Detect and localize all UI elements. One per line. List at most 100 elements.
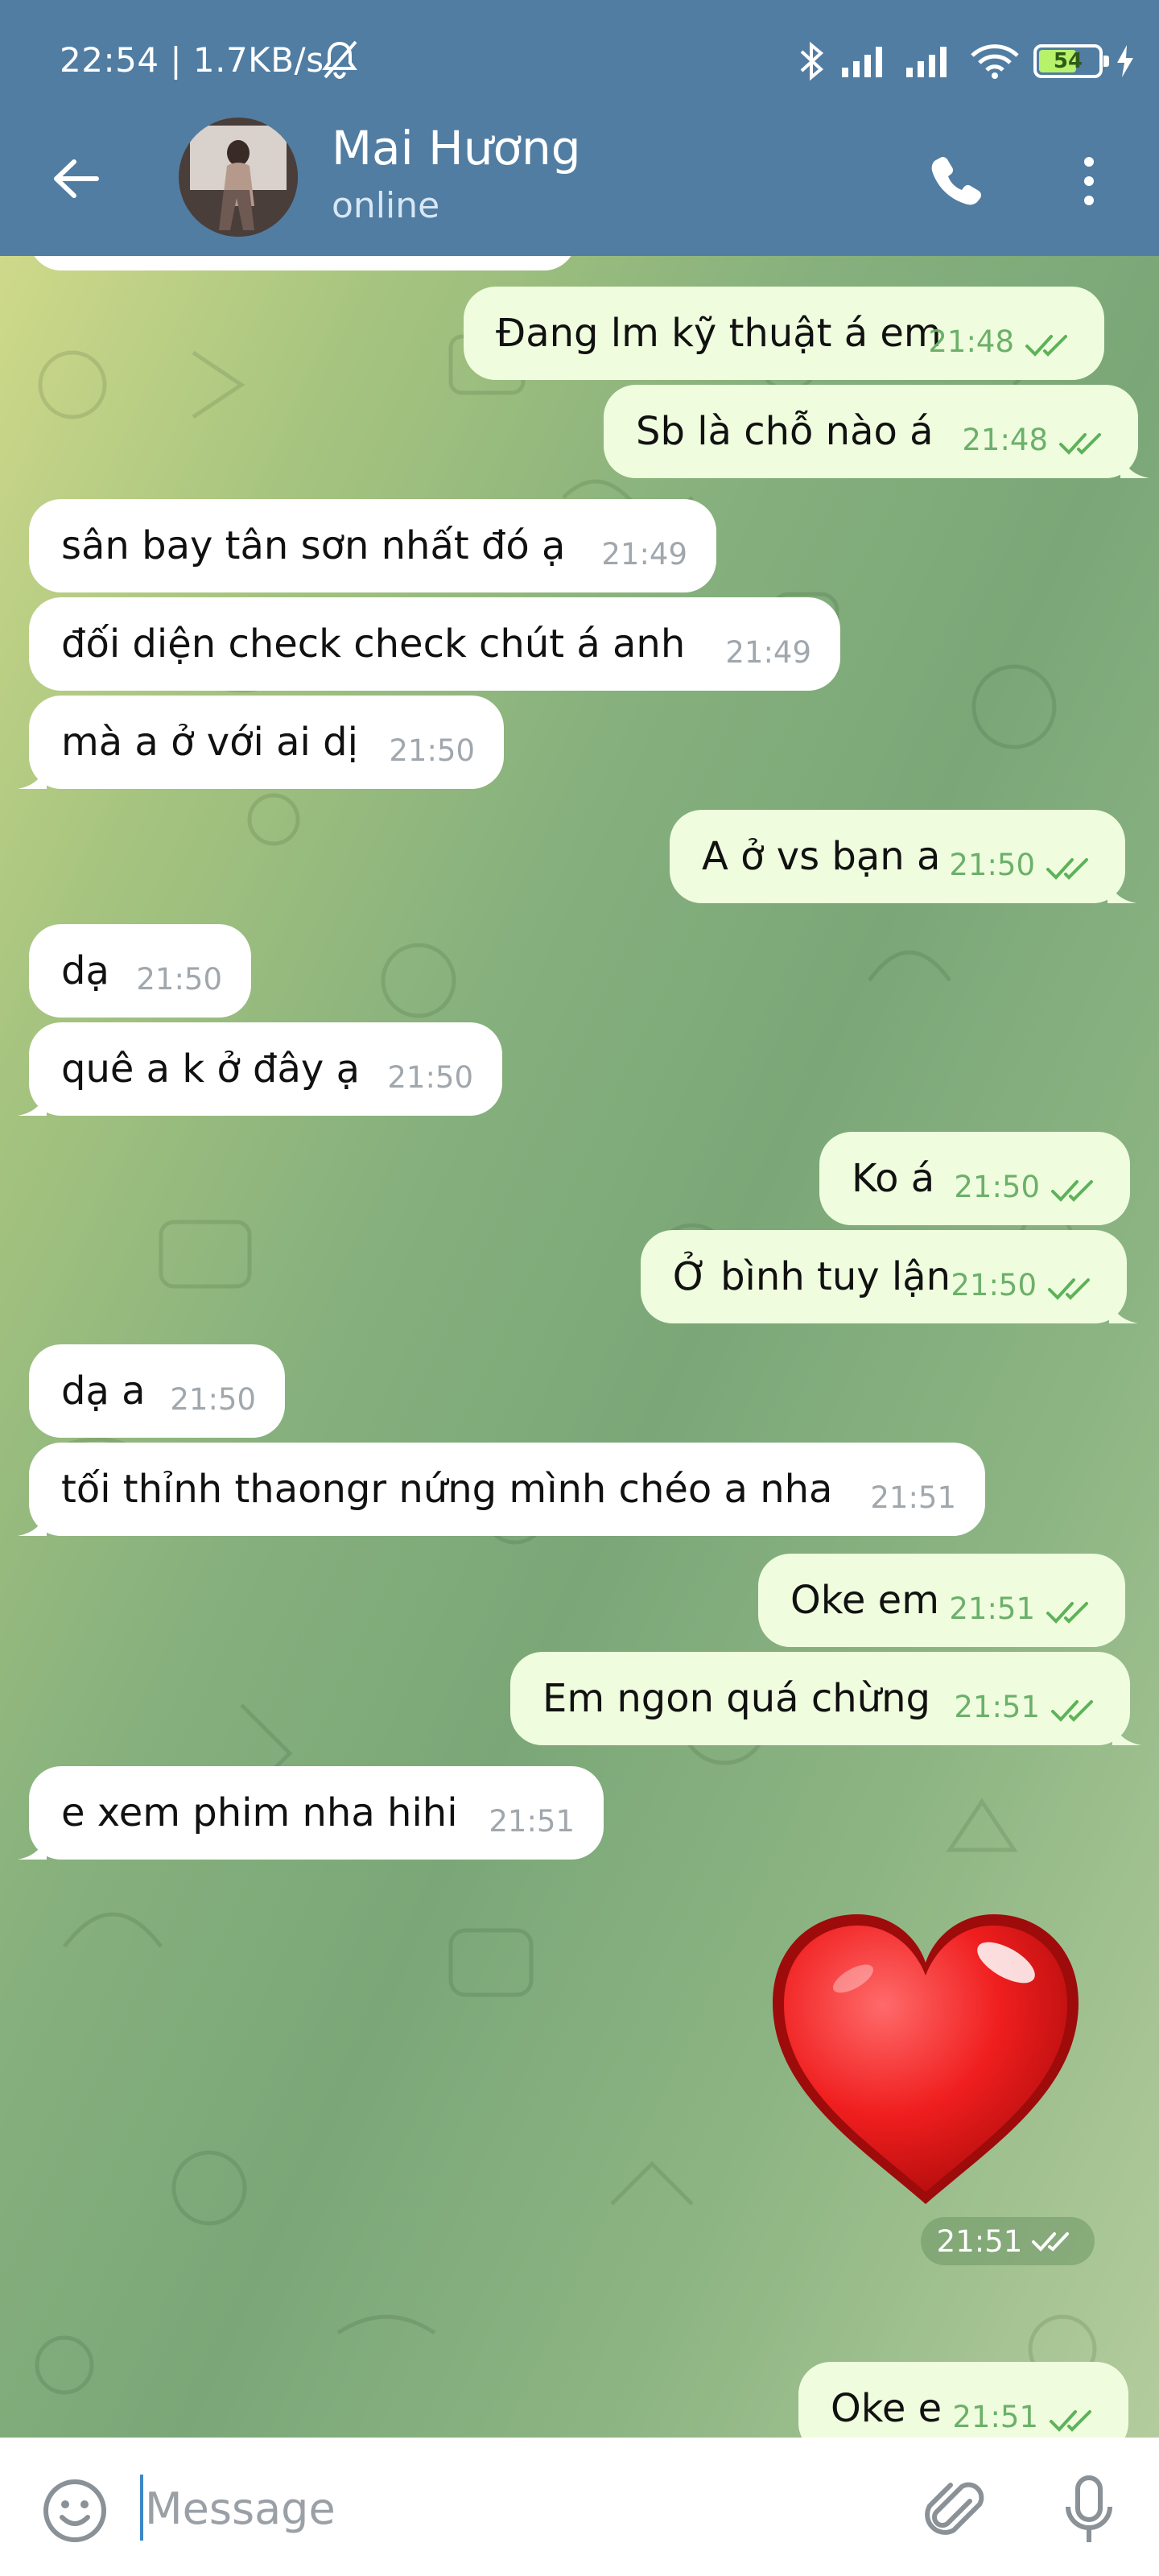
message-text: đối diện check check chút á anh (61, 621, 686, 667)
signal-icon (906, 47, 947, 77)
message-time: 21:50 (136, 962, 222, 997)
bubble-tail (1107, 874, 1136, 903)
read-ticks-icon (1051, 1700, 1093, 1722)
message-time: 21:51 (954, 1690, 1040, 1724)
incoming-message[interactable]: dạ 21:50 (29, 924, 251, 1018)
message-text: Ở bình tuy lận (673, 1254, 951, 1299)
message-time: 21:51 (949, 1591, 1035, 1626)
message-time: 21:49 (725, 635, 811, 670)
message-text: Oke e (831, 2386, 942, 2431)
outgoing-message[interactable]: Sb là chỗ nào á 21:48 (604, 385, 1149, 478)
message-bubble-cropped (29, 256, 576, 270)
notifications-muted-icon (322, 40, 357, 80)
status-icons: 54 (795, 39, 1135, 84)
message-time: 21:50 (954, 1170, 1040, 1204)
message-time: 21:50 (949, 848, 1035, 882)
outgoing-message[interactable]: Em ngon quá chừng 21:51 (510, 1652, 1141, 1745)
incoming-message[interactable]: e xem phim nha hihi 21:51 (18, 1766, 604, 1860)
contact-status: online (332, 185, 440, 226)
avatar-photo-icon (179, 118, 298, 237)
message-time: 21:50 (170, 1382, 256, 1417)
message-time: 21:48 (962, 423, 1048, 457)
message-text: Sb là chỗ nào á (636, 409, 934, 454)
emoji-button[interactable] (39, 2475, 111, 2547)
sticker-timestamp: 21:51 (921, 2217, 1095, 2265)
incoming-message[interactable]: mà a ở với ai dị 21:50 (18, 696, 504, 789)
message-time: 21:51 (489, 1804, 575, 1839)
smiley-icon (43, 2479, 106, 2542)
message-text: Ko á (852, 1156, 935, 1201)
incoming-message[interactable]: tối thỉnh thaongr nứng mình chéo a nha 21… (18, 1443, 985, 1536)
phone-icon (931, 156, 982, 205)
chat-header: 22:54 | 1.7KB/s 54 Mai Hương online (0, 0, 1159, 256)
message-text: Đang lm kỹ thuật á em (496, 311, 942, 356)
message-composer (0, 2438, 1159, 2576)
message-text: tối thỉnh thaongr nứng mình chéo a nha (61, 1467, 833, 1512)
bubble-tail (18, 1507, 47, 1536)
read-ticks-icon (1051, 1180, 1093, 1202)
outgoing-message[interactable]: Ở bình tuy lận 21:50 (641, 1230, 1138, 1323)
contact-name[interactable]: Mai Hương (332, 121, 581, 175)
message-text: sân bay tân sơn nhất đó ạ (61, 523, 566, 568)
read-ticks-icon (1050, 2410, 1091, 2432)
microphone-icon (1066, 2475, 1112, 2542)
sticker-time: 21:51 (936, 2223, 1023, 2259)
bubble-tail (18, 760, 47, 789)
message-time: 21:51 (870, 1480, 956, 1515)
paperclip-icon (925, 2482, 984, 2535)
message-time: 21:49 (601, 537, 687, 572)
incoming-message[interactable]: đối diện check check chút á anh 21:49 (29, 597, 840, 691)
outgoing-message[interactable]: Oke em 21:51 (758, 1554, 1125, 1647)
read-ticks-icon (1048, 1278, 1090, 1300)
signal-icon (842, 47, 882, 77)
attach-button[interactable] (919, 2475, 992, 2547)
read-ticks-icon (1032, 2232, 1070, 2252)
outgoing-message[interactable]: A ở vs bạn a 21:50 (670, 810, 1136, 903)
read-ticks-icon (1025, 335, 1067, 357)
bubble-tail (1112, 1716, 1141, 1745)
back-button[interactable] (42, 145, 109, 213)
message-text: dạ (61, 948, 109, 993)
contact-avatar[interactable] (179, 118, 298, 237)
more-options-button[interactable] (1061, 145, 1117, 217)
status-bar: 22:54 | 1.7KB/s 54 (0, 0, 1159, 121)
charging-icon (1117, 45, 1133, 77)
incoming-message[interactable]: quê a k ở đây ạ 21:50 (18, 1022, 502, 1116)
battery-indicator: 54 (1033, 44, 1109, 78)
message-time: 21:50 (387, 1060, 473, 1095)
message-text: mà a ở với ai dị (61, 720, 358, 765)
text-caret (140, 2475, 143, 2541)
message-text: Em ngon quá chừng (542, 1676, 930, 1721)
more-vertical-icon (1084, 157, 1094, 205)
incoming-message[interactable]: sân bay tân sơn nhất đó ạ 21:49 (29, 499, 716, 592)
message-text: Oke em (790, 1578, 939, 1623)
message-time: 21:51 (952, 2400, 1038, 2434)
read-ticks-icon (1046, 858, 1088, 880)
outgoing-message[interactable]: Đang lm kỹ thuật á em 21:48 (464, 287, 1104, 380)
status-time: 22:54 | 1.7KB/s (60, 40, 324, 80)
call-button[interactable] (919, 145, 992, 217)
message-text: e xem phim nha hihi (61, 1790, 458, 1835)
wifi-icon (971, 44, 1019, 79)
battery-level: 54 (1053, 49, 1083, 73)
message-time: 21:50 (951, 1268, 1037, 1302)
bubble-tail (1111, 2426, 1115, 2438)
outgoing-message[interactable]: Ko á 21:50 (819, 1132, 1130, 1225)
bluetooth-icon (800, 41, 824, 81)
message-text: A ở vs bạn a (702, 834, 941, 879)
message-text: quê a k ở đây ạ (61, 1046, 360, 1092)
message-text: dạ a (61, 1368, 146, 1414)
incoming-message[interactable]: dạ a 21:50 (29, 1344, 285, 1438)
message-time: 21:48 (928, 324, 1014, 359)
bubble-tail (1109, 1294, 1138, 1323)
arrow-left-icon (54, 159, 99, 198)
voice-record-button[interactable] (1053, 2475, 1125, 2547)
heart-sticker[interactable] (765, 1906, 1087, 2212)
bubble-tail (18, 1087, 47, 1116)
chat-area[interactable]: Đang lm kỹ thuật á em 21:48 Sb là chỗ nào … (0, 256, 1159, 2438)
message-time: 21:50 (389, 733, 475, 768)
read-ticks-icon (1046, 1602, 1088, 1624)
read-ticks-icon (1059, 433, 1101, 455)
outgoing-message[interactable]: Oke e 21:51 (798, 2362, 1128, 2438)
message-input[interactable] (137, 2470, 861, 2547)
